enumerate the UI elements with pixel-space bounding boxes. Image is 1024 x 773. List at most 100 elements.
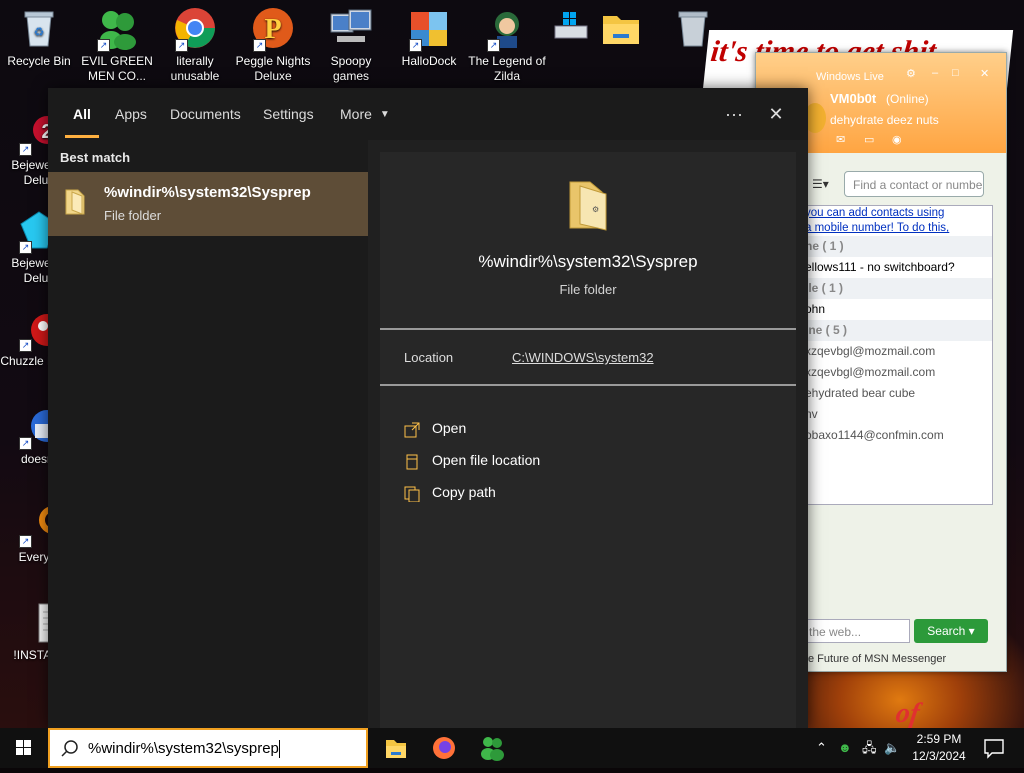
shortcut-arrow-icon: ↗ bbox=[175, 39, 188, 52]
tab-label: All bbox=[73, 106, 91, 122]
taskbar-file-explorer[interactable] bbox=[372, 732, 420, 764]
contact-item[interactable]: ellows111 - no switchboard? bbox=[797, 257, 992, 278]
svg-text:⚙: ⚙ bbox=[592, 205, 599, 214]
divider bbox=[380, 384, 796, 386]
network-icon[interactable]: 🖧 bbox=[862, 728, 877, 768]
messenger-tray-icon[interactable]: ☻ bbox=[838, 728, 852, 768]
minimize-icon[interactable]: – bbox=[932, 67, 938, 79]
contact-list[interactable]: you can add contacts using a mobile numb… bbox=[796, 205, 993, 505]
sort-contacts-icon[interactable]: ☰▾ bbox=[812, 177, 829, 191]
best-match-type: File folder bbox=[104, 208, 162, 223]
volume-icon[interactable]: 🔈 bbox=[884, 728, 900, 768]
tab-label: Settings bbox=[263, 106, 314, 122]
file-location-icon bbox=[404, 453, 420, 470]
contact-item[interactable]: ehydrated bear cube bbox=[797, 383, 992, 404]
taskbar-firefox[interactable] bbox=[420, 732, 468, 764]
messenger-icon bbox=[481, 737, 504, 761]
best-match-result[interactable]: %windir%\system32\Sysprep File folder bbox=[48, 172, 368, 236]
contact-item[interactable]: ohn bbox=[797, 299, 992, 320]
shortcut-arrow-icon: ↗ bbox=[19, 143, 32, 156]
desktop-icon-label: The Legend of Zilda bbox=[468, 54, 546, 83]
desktop-icon-literally-unusable[interactable]: ↗ literally unusable bbox=[156, 6, 234, 84]
close-icon[interactable]: ✕ bbox=[980, 67, 989, 80]
open-icon bbox=[404, 421, 420, 438]
spaces-icon[interactable]: ▭ bbox=[864, 133, 874, 146]
best-match-heading: Best match bbox=[60, 150, 131, 165]
msn-personal-message[interactable]: dehydrate deez nuts bbox=[830, 113, 939, 127]
desktop-icon-spoopy-games[interactable]: Spoopy games bbox=[312, 6, 390, 84]
taskbar-msn-messenger[interactable] bbox=[468, 732, 516, 764]
shortcut-arrow-icon: ↗ bbox=[19, 437, 32, 450]
desktop-icon-evil-green-men[interactable]: ↗ EVIL GREEN MEN CO... bbox=[78, 6, 156, 84]
msn-title: Windows Live bbox=[816, 71, 884, 83]
tab-more[interactable]: More ▼ bbox=[340, 88, 390, 140]
search-input[interactable]: %windir%\system32\sysprep bbox=[88, 740, 280, 759]
taskbar: %windir%\system32\sysprep ⌃ ☻ 🖧 🔈 2:59 P… bbox=[0, 728, 1024, 768]
shortcut-arrow-icon: ↗ bbox=[19, 535, 32, 548]
action-copy-path[interactable]: Copy path bbox=[404, 480, 496, 504]
divider bbox=[380, 328, 796, 330]
search-icon bbox=[60, 739, 80, 759]
desktop-icon-recycle-bin[interactable]: ♻ Recycle Bin bbox=[0, 6, 78, 69]
desktop-icon-peggle-nights[interactable]: P ↗ Peggle Nights Deluxe bbox=[234, 6, 312, 84]
location-label: Location bbox=[404, 350, 454, 365]
clock-time: 2:59 PM bbox=[916, 732, 962, 746]
contact-group-header[interactable]: ine ( 5 ) bbox=[797, 320, 992, 341]
folder-icon bbox=[386, 740, 406, 758]
promo-link[interactable]: you can add contacts using bbox=[797, 206, 992, 221]
web-search-button[interactable]: Search ▾ bbox=[914, 619, 988, 643]
contact-item[interactable]: nv bbox=[797, 404, 992, 425]
tab-apps[interactable]: Apps bbox=[115, 88, 147, 140]
msn-footer[interactable]: e Future of MSN Messenger bbox=[808, 653, 946, 665]
contact-item[interactable]: xzqevbgl@mozmail.com bbox=[797, 341, 992, 362]
location-link[interactable]: C:\WINDOWS\system32 bbox=[512, 350, 654, 365]
desktop-icon-folder[interactable] bbox=[582, 6, 660, 54]
promo-link[interactable]: a mobile number! To do this, bbox=[797, 221, 992, 236]
tab-all[interactable]: All bbox=[65, 88, 99, 140]
msn-username[interactable]: VM0b0t bbox=[830, 91, 876, 106]
folder-icon: ⚙ bbox=[566, 178, 610, 232]
contact-group-header[interactable]: ile ( 1 ) bbox=[797, 278, 992, 299]
find-contact-input[interactable]: Find a contact or numbe bbox=[844, 171, 984, 197]
taskbar-search-box[interactable]: %windir%\system32\sysprep bbox=[48, 728, 368, 768]
mail-icon[interactable]: ✉ bbox=[836, 133, 845, 146]
notification-center-icon[interactable] bbox=[982, 736, 1006, 760]
shortcut-arrow-icon: ↗ bbox=[19, 339, 32, 352]
start-button[interactable] bbox=[0, 728, 48, 768]
windows-logo-icon bbox=[16, 740, 31, 755]
folder-icon bbox=[64, 188, 86, 216]
taskbar-clock[interactable]: 2:59 PM 12/3/2024 bbox=[904, 731, 974, 765]
msn-status[interactable]: (Online) bbox=[886, 92, 929, 106]
svg-text:P: P bbox=[264, 14, 281, 45]
desktop-icon-recycle-bin-2[interactable] bbox=[654, 6, 732, 54]
tab-settings[interactable]: Settings bbox=[263, 88, 314, 140]
close-icon[interactable]: ✕ bbox=[758, 96, 794, 132]
maximize-icon[interactable]: □ bbox=[952, 67, 959, 79]
computers-icon bbox=[329, 6, 373, 50]
tab-documents[interactable]: Documents bbox=[170, 88, 241, 140]
web-search-button-label: Search bbox=[927, 624, 966, 638]
clock-date: 12/3/2024 bbox=[912, 749, 966, 763]
shortcut-arrow-icon: ↗ bbox=[409, 39, 422, 52]
tab-label: Documents bbox=[170, 106, 241, 122]
action-open[interactable]: Open bbox=[404, 416, 466, 440]
msn-options-icon[interactable]: ⚙ bbox=[906, 67, 916, 80]
contact-item[interactable]: obaxo1144@confmin.com bbox=[797, 425, 992, 446]
search-panel: All Apps Documents Settings More ▼ ··· ✕ … bbox=[48, 88, 808, 728]
desktop-icon-label: EVIL GREEN MEN CO... bbox=[81, 54, 153, 83]
shortcut-arrow-icon: ↗ bbox=[487, 39, 500, 52]
desktop-icon-hallodock[interactable]: ↗ HalloDock bbox=[390, 6, 468, 69]
chevron-down-icon[interactable]: ▾ bbox=[969, 624, 975, 638]
desktop-icon-label: Peggle Nights Deluxe bbox=[235, 54, 311, 83]
web-search-input[interactable]: the web... bbox=[800, 619, 910, 643]
best-match-title: %windir%\system32\Sysprep bbox=[104, 184, 311, 201]
news-icon[interactable]: ◉ bbox=[892, 133, 902, 146]
results-list: Best match %windir%\system32\Sysprep Fil… bbox=[48, 140, 368, 728]
contact-item[interactable]: xzqevbgl@mozmail.com bbox=[797, 362, 992, 383]
svg-text:♻: ♻ bbox=[34, 25, 45, 39]
contact-group-header[interactable]: ne ( 1 ) bbox=[797, 236, 992, 257]
more-options-icon[interactable]: ··· bbox=[716, 96, 752, 132]
action-open-file-location[interactable]: Open file location bbox=[404, 448, 540, 472]
show-hidden-icons-icon[interactable]: ⌃ bbox=[816, 728, 827, 768]
chevron-down-icon: ▼ bbox=[379, 109, 390, 121]
